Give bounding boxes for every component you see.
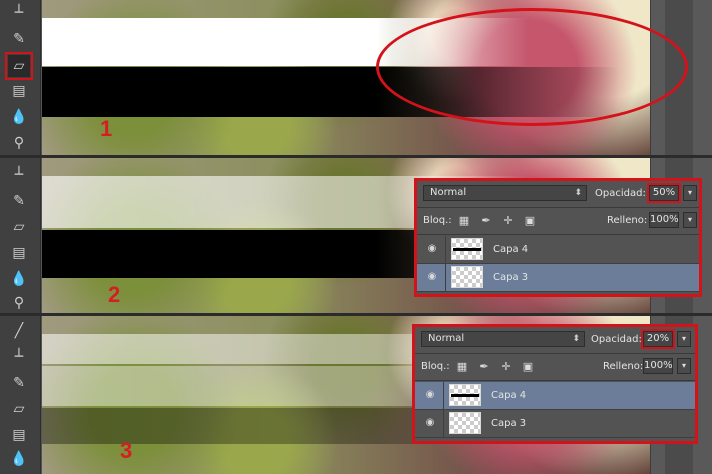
highlight-ellipse	[376, 8, 688, 126]
opacity-input[interactable]: 50%	[647, 183, 681, 203]
layers-panel: Normal ⬍ Opacidad: 50% ▾ Bloq.: ▦ ✒ ✛ ▣ …	[414, 178, 702, 297]
blend-mode-value: Normal	[428, 333, 465, 344]
opacity-label: Opacidad:	[595, 188, 646, 199]
step-number: 1	[100, 116, 113, 141]
layer-thumbnail	[451, 238, 483, 260]
layer-row[interactable]: ◉ Capa 3	[415, 410, 695, 438]
layer-row[interactable]: ◉ Capa 4	[417, 236, 699, 264]
lock-image-icon[interactable]: ✒	[477, 360, 491, 374]
layer-row-selected[interactable]: ◉ Capa 3	[417, 264, 699, 292]
opacity-dropdown-icon[interactable]: ▾	[677, 331, 691, 347]
opacity-label: Opacidad:	[591, 334, 642, 345]
history-brush-icon[interactable]: ✎	[8, 372, 30, 394]
history-brush-icon[interactable]: ✎	[8, 190, 30, 212]
fill-input[interactable]: 100%	[649, 212, 679, 228]
lock-all-icon[interactable]: ▣	[523, 214, 537, 228]
fill-input[interactable]: 100%	[643, 358, 673, 374]
lock-transparency-icon[interactable]: ▦	[457, 214, 471, 228]
tools-panel: ┴ ✎ ▱ ▤ 💧 ⚲	[0, 158, 41, 313]
brush-icon[interactable]: ╱	[8, 320, 30, 342]
select-arrows-icon: ⬍	[572, 334, 580, 344]
lock-position-icon[interactable]: ✛	[499, 360, 513, 374]
lock-image-icon[interactable]: ✒	[479, 214, 493, 228]
visibility-eye-icon[interactable]: ◉	[423, 389, 437, 401]
gradient-icon[interactable]: ▤	[8, 80, 30, 102]
clone-stamp-icon[interactable]: ┴	[8, 164, 30, 186]
tools-panel: ┴ ✎ ▱ ▤ 💧 ⚲	[0, 0, 41, 155]
fill-label: Relleno:	[607, 215, 648, 226]
opacity-dropdown-icon[interactable]: ▾	[683, 185, 697, 201]
fill-dropdown-icon[interactable]: ▾	[683, 212, 697, 228]
layer-name: Capa 3	[493, 272, 529, 283]
eraser-icon[interactable]: ▱	[5, 52, 33, 80]
layer-name: Capa 4	[493, 244, 529, 255]
lock-label: Bloq.:	[421, 361, 450, 372]
layer-thumbnail	[451, 266, 483, 288]
step-1-panel: ┴ ✎ ▱ ▤ 💧 ⚲ 1	[0, 0, 712, 155]
layer-name: Capa 4	[491, 390, 527, 401]
layer-thumbnail	[449, 412, 481, 434]
blur-icon[interactable]: 💧	[8, 268, 30, 290]
history-brush-icon[interactable]: ✎	[8, 28, 30, 50]
blend-mode-value: Normal	[430, 187, 467, 198]
clone-stamp-icon[interactable]: ┴	[8, 2, 30, 24]
opacity-input[interactable]: 20%	[641, 329, 675, 349]
lock-transparency-icon[interactable]: ▦	[455, 360, 469, 374]
step-3-panel: ╱ ┴ ✎ ▱ ▤ 💧 3 Normal ⬍ Opacidad: 20% ▾ B…	[0, 316, 712, 474]
blend-mode-select[interactable]: Normal ⬍	[423, 185, 587, 201]
tools-panel: ╱ ┴ ✎ ▱ ▤ 💧	[0, 316, 41, 474]
lock-all-icon[interactable]: ▣	[521, 360, 535, 374]
lock-position-icon[interactable]: ✛	[501, 214, 515, 228]
visibility-eye-icon[interactable]: ◉	[423, 417, 437, 429]
dodge-icon[interactable]: ⚲	[8, 132, 30, 154]
eraser-icon[interactable]: ▱	[8, 398, 30, 420]
visibility-eye-icon[interactable]: ◉	[425, 243, 439, 255]
blur-icon[interactable]: 💧	[8, 448, 30, 470]
gradient-icon[interactable]: ▤	[8, 424, 30, 446]
visibility-eye-icon[interactable]: ◉	[425, 271, 439, 283]
fill-dropdown-icon[interactable]: ▾	[677, 358, 691, 374]
gradient-icon[interactable]: ▤	[8, 242, 30, 264]
select-arrows-icon: ⬍	[574, 188, 582, 198]
layers-panel: Normal ⬍ Opacidad: 20% ▾ Bloq.: ▦ ✒ ✛ ▣ …	[412, 324, 698, 444]
dodge-icon[interactable]: ⚲	[8, 292, 30, 313]
eraser-icon[interactable]: ▱	[8, 216, 30, 238]
step-number: 2	[108, 282, 121, 307]
blend-mode-select[interactable]: Normal ⬍	[421, 331, 585, 347]
layer-name: Capa 3	[491, 418, 527, 429]
lock-label: Bloq.:	[423, 215, 452, 226]
step-2-panel: ┴ ✎ ▱ ▤ 💧 ⚲ 2 Normal ⬍ Opacidad: 50% ▾ B…	[0, 158, 712, 313]
layer-row-selected[interactable]: ◉ Capa 4	[415, 382, 695, 410]
fill-label: Relleno:	[603, 361, 644, 372]
layer-thumbnail	[449, 384, 481, 406]
blur-icon[interactable]: 💧	[8, 106, 30, 128]
clone-stamp-icon[interactable]: ┴	[8, 346, 30, 368]
step-number: 3	[120, 438, 133, 463]
